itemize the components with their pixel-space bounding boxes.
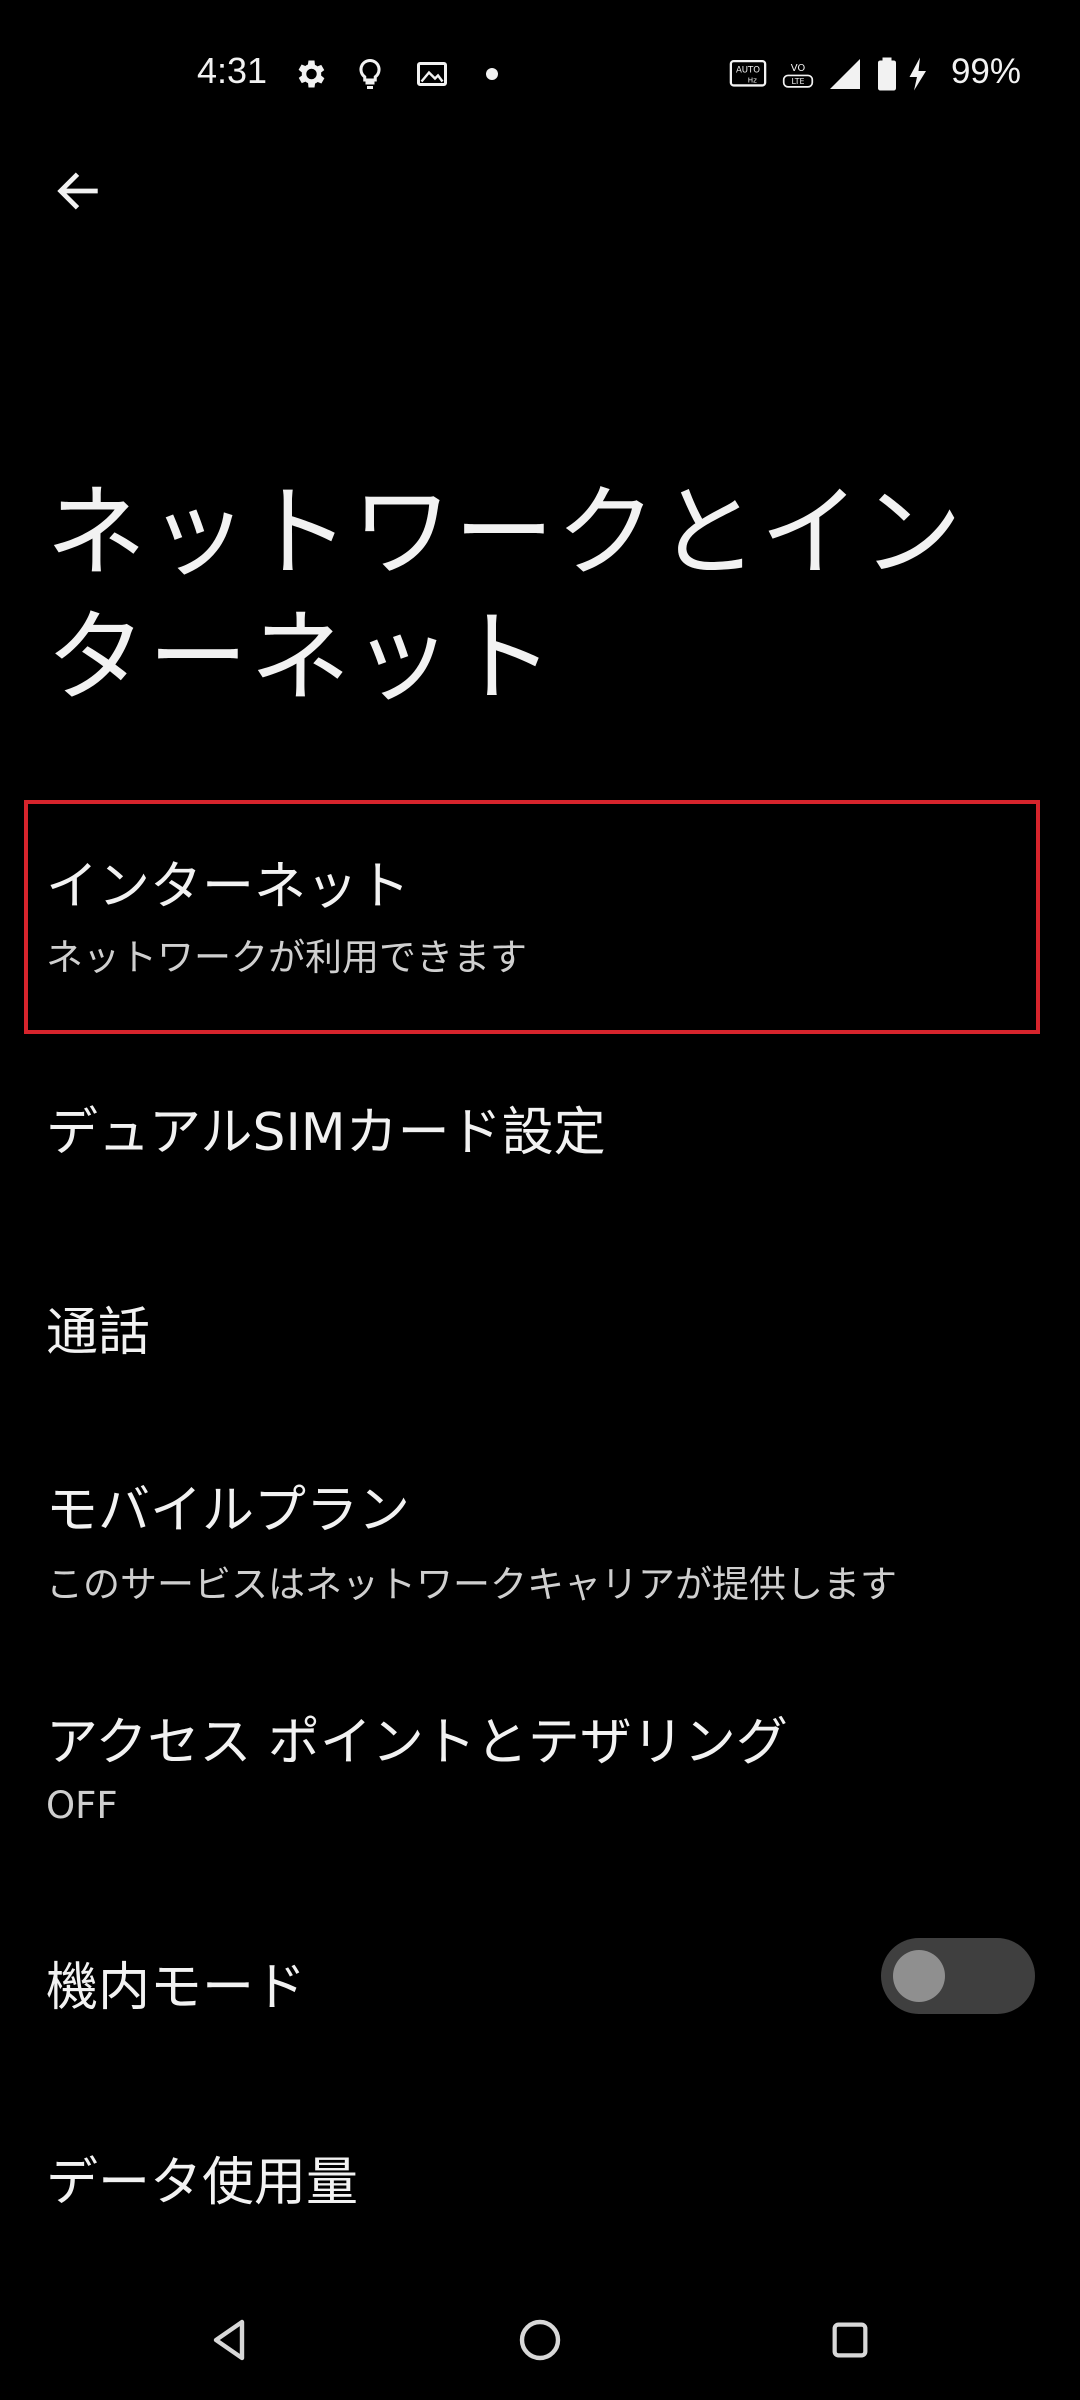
signal-icon (830, 59, 860, 89)
page-title: ネットワークとインターネット (46, 474, 964, 716)
list-item-calls[interactable]: 通話 (0, 1240, 1080, 1410)
svg-text:AUTO: AUTO (736, 66, 760, 76)
list-item-data-usage[interactable]: データ使用量 (0, 2100, 1080, 2250)
home-circle-icon (519, 2319, 561, 2361)
item-summary-internet: ネットワークが利用できます (46, 936, 527, 979)
charging-icon (909, 57, 926, 91)
item-title-mobile-plan: モバイルプラン (46, 1481, 411, 1541)
lightbulb-icon (359, 58, 381, 89)
item-title-internet: インターネット (46, 857, 411, 917)
svg-text:LTE: LTE (791, 77, 804, 86)
item-title-dual-sim: デュアルSIMカード設定 (46, 1103, 606, 1163)
item-title-airplane-mode: 機内モード (46, 1958, 307, 2018)
svg-text:VO: VO (791, 63, 806, 74)
navigation-bar (0, 2290, 1080, 2400)
status-bar: 4:31 AUTO Hz VO LTE 99% (0, 0, 1080, 148)
battery-icon (878, 57, 896, 91)
list-item-dual-sim[interactable]: デュアルSIMカード設定 (0, 1040, 1080, 1210)
recents-square-icon (832, 2322, 868, 2358)
item-title-data-usage: データ使用量 (46, 2153, 359, 2213)
battery-percent: 99% (950, 52, 1021, 91)
item-title-calls: 通話 (46, 1303, 151, 1363)
gear-icon (298, 60, 325, 88)
svg-text:Hz: Hz (748, 76, 757, 85)
nav-back-button[interactable] (190, 2300, 270, 2380)
back-triangle-icon (213, 2319, 245, 2361)
airplane-mode-toggle[interactable] (881, 1938, 1035, 2014)
nav-home-button[interactable] (500, 2300, 580, 2380)
list-item-mobile-plan[interactable]: モバイルプラン このサービスはネットワークキャリアが提供します (0, 1440, 1080, 1630)
volte-icon: VO LTE (782, 63, 814, 88)
item-summary-hotspot: OFF (46, 1784, 118, 1827)
auto-hz-icon: AUTO Hz (729, 59, 767, 87)
dot-icon (486, 68, 498, 80)
list-item-internet[interactable]: インターネット ネットワークが利用できます (0, 804, 1080, 1030)
arrow-left-icon (57, 172, 98, 210)
back-button[interactable] (42, 155, 114, 227)
image-icon (417, 62, 447, 86)
item-summary-mobile-plan: このサービスはネットワークキャリアが提供します (46, 1563, 897, 1606)
item-title-hotspot: アクセス ポイントとテザリング (46, 1713, 788, 1773)
list-item-hotspot[interactable]: アクセス ポイントとテザリング OFF (0, 1660, 1080, 1850)
status-time: 4:31 (197, 50, 268, 91)
nav-recents-button[interactable] (810, 2300, 890, 2380)
toggle-knob (893, 1950, 945, 2002)
